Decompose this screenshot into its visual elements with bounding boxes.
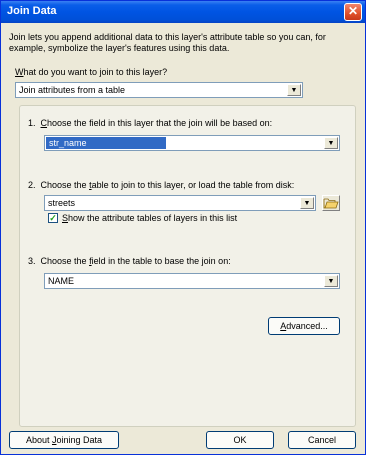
join-table-value: streets bbox=[48, 198, 76, 208]
table-field-select[interactable]: NAME ▼ bbox=[44, 273, 340, 289]
advanced-button[interactable]: Advanced... bbox=[268, 317, 340, 335]
show-attribute-tables-checkbox[interactable]: ✓ bbox=[48, 213, 58, 223]
step2-label: 2. Choose the table to join to this laye… bbox=[28, 180, 295, 190]
folder-open-icon bbox=[323, 198, 339, 209]
join-type-question: What do you want to join to this layer? bbox=[15, 67, 168, 77]
cancel-button[interactable]: Cancel bbox=[288, 431, 356, 449]
join-data-dialog: Join Data ✕ Join lets you append additio… bbox=[0, 0, 366, 455]
join-table-select[interactable]: streets ▼ bbox=[44, 195, 316, 211]
layer-field-value: str_name bbox=[46, 137, 166, 149]
join-type-select[interactable]: Join attributes from a table ▼ bbox=[15, 82, 303, 98]
step1-label: 1. Choose the field in this layer that t… bbox=[28, 118, 273, 128]
browse-table-button[interactable] bbox=[322, 195, 340, 211]
layer-field-select[interactable]: str_name ▼ bbox=[44, 135, 340, 151]
ok-button[interactable]: OK bbox=[206, 431, 274, 449]
description-text: Join lets you append additional data to … bbox=[9, 32, 326, 53]
show-attribute-tables-label[interactable]: Show the attribute tables of layers in t… bbox=[62, 213, 237, 223]
close-icon: ✕ bbox=[347, 4, 359, 18]
title-bar: Join Data ✕ bbox=[1, 1, 365, 23]
chevron-down-icon[interactable]: ▼ bbox=[300, 197, 314, 209]
chevron-down-icon[interactable]: ▼ bbox=[287, 84, 301, 96]
window-title: Join Data bbox=[7, 5, 57, 17]
checkmark-icon: ✓ bbox=[49, 213, 57, 223]
close-button[interactable]: ✕ bbox=[344, 3, 362, 21]
chevron-down-icon[interactable]: ▼ bbox=[324, 275, 338, 287]
table-field-value: NAME bbox=[48, 276, 75, 286]
step3-label: 3. Choose the field in the table to base… bbox=[28, 256, 231, 266]
chevron-down-icon[interactable]: ▼ bbox=[324, 137, 338, 149]
join-type-value: Join attributes from a table bbox=[19, 85, 126, 95]
about-joining-data-button[interactable]: About Joining Data bbox=[9, 431, 119, 449]
join-options-group: 1. Choose the field in this layer that t… bbox=[19, 105, 356, 427]
